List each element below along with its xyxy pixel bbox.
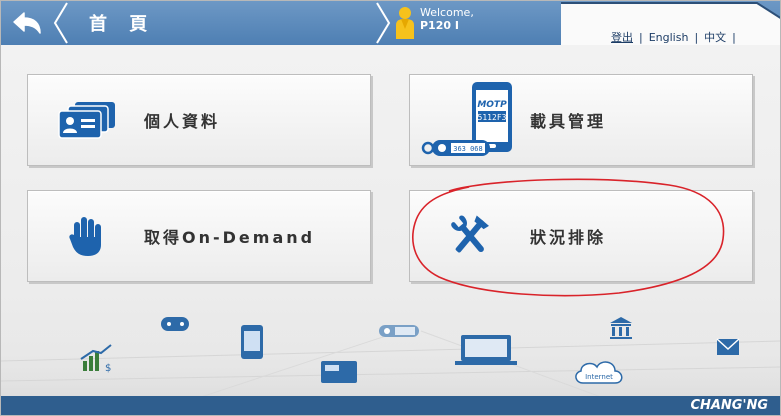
back-button[interactable] (1, 1, 53, 45)
laptop-icon (455, 335, 517, 365)
card-icon (321, 361, 357, 383)
header-divider-right (376, 2, 391, 44)
svg-text:$: $ (105, 363, 111, 374)
logout-link[interactable]: 登出 (611, 29, 633, 45)
separator: | (639, 30, 643, 44)
device-code-text: 5112F3 (478, 113, 507, 122)
chinese-link[interactable]: 中文 (704, 29, 726, 45)
profile-tile[interactable]: 個人資料 (27, 74, 371, 166)
app-frame: 首 頁 Welcome, P120 I 登出 | English | 中文 | (0, 0, 781, 416)
brand-logo: CHANG'NG (690, 398, 768, 413)
id-card-icon (58, 102, 115, 139)
token-icon (379, 325, 419, 337)
profile-tile-label: 個人資料 (144, 112, 221, 131)
bottom-decoration: $ Internet (1, 317, 780, 397)
page-title: 首 頁 (89, 14, 156, 35)
tag-code-text: 363 068 (453, 145, 483, 153)
separator: | (694, 30, 699, 44)
on-demand-tile[interactable]: 取得On-Demand (27, 190, 371, 282)
bank-icon (610, 317, 632, 339)
carrier-device-icon: MOTP 5112F3 363 068 (421, 82, 512, 156)
top-links: 登出 | English | 中文 | (611, 29, 736, 45)
user-id: P120 I (420, 19, 459, 32)
internet-label: Internet (585, 373, 613, 381)
header-divider (53, 2, 68, 44)
mail-icon (716, 338, 740, 355)
user-avatar-icon (396, 7, 414, 39)
tools-icon (451, 215, 489, 253)
troubleshooting-tile-label: 狀況排除 (530, 228, 607, 247)
footer-bar: CHANG'NG (1, 396, 780, 415)
welcome-text: Welcome, (420, 6, 474, 19)
user-block: Welcome, P120 I (394, 5, 474, 43)
on-demand-tile-label: 取得On-Demand (144, 228, 316, 247)
carrier-management-tile[interactable]: MOTP 5112F3 363 068 載具管理 (409, 74, 753, 166)
troubleshooting-tile[interactable]: 狀況排除 (409, 190, 753, 282)
header-bar: 首 頁 Welcome, P120 I 登出 | English | 中文 | (1, 1, 780, 45)
gamepad-icon (161, 317, 189, 331)
hand-stop-icon (69, 217, 101, 256)
carrier-management-tile-label: 載具管理 (530, 112, 607, 131)
english-link[interactable]: English (649, 31, 689, 44)
phone-icon (241, 325, 263, 359)
separator: | (732, 30, 736, 44)
device-brand-text: MOTP (477, 100, 507, 110)
back-arrow-icon (13, 12, 41, 34)
